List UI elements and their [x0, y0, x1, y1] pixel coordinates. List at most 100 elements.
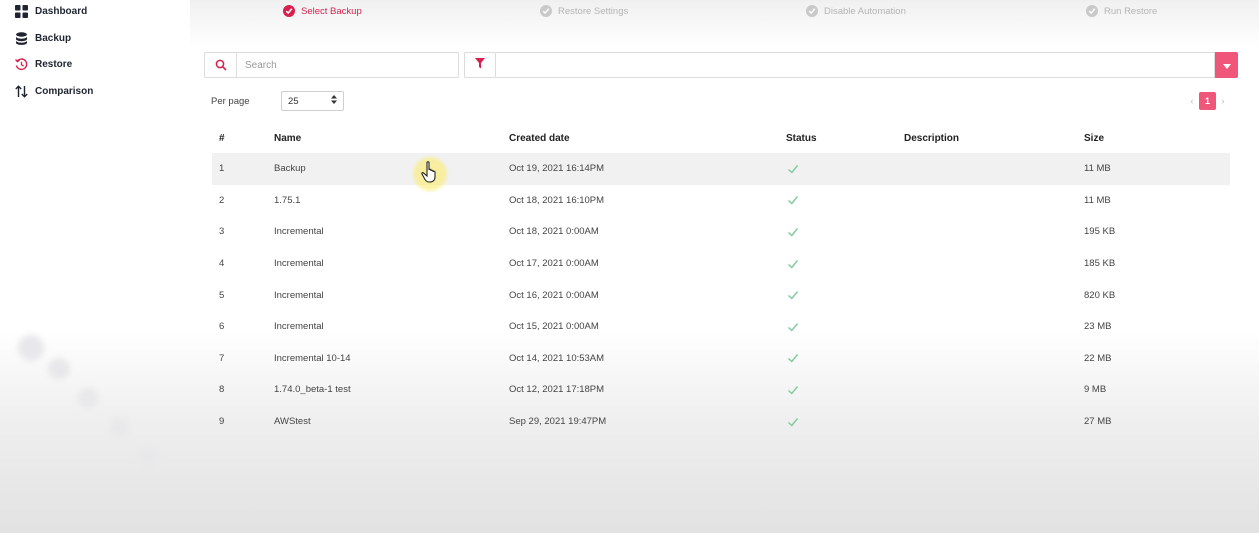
row-name: Incremental	[274, 289, 324, 301]
backups-table: # Name Created date Status Description S…	[212, 127, 1230, 437]
table-row[interactable]: 6 Incremental Oct 15, 2021 0:00AM 23 MB	[212, 311, 1230, 343]
table-row[interactable]: 1 Backup Oct 19, 2021 16:14PM 11 MB	[212, 153, 1230, 185]
row-created-date: Oct 12, 2021 17:18PM	[509, 384, 605, 396]
check-circle-icon	[283, 5, 295, 17]
step-label: Select Backup	[301, 5, 362, 17]
row-name: Incremental	[274, 258, 324, 270]
table-row[interactable]: 2 1.75.1 Oct 18, 2021 16:10PM 11 MB	[212, 185, 1230, 217]
background-decoration	[110, 418, 128, 436]
column-header-name[interactable]: Name	[274, 127, 301, 149]
row-size: 185 KB	[1084, 258, 1116, 270]
filter-button[interactable]	[464, 52, 496, 78]
search-input[interactable]	[237, 53, 458, 77]
per-page-label: Per page	[211, 96, 250, 107]
status-check-icon	[786, 311, 800, 343]
row-created-date: Oct 16, 2021 0:00AM	[509, 289, 599, 301]
check-circle-icon	[540, 5, 552, 17]
table-row[interactable]: 9 AWStest Sep 29, 2021 19:47PM 27 MB	[212, 406, 1230, 438]
status-check-icon	[786, 406, 800, 438]
row-number: 7	[219, 352, 225, 364]
status-check-icon	[786, 185, 800, 217]
step-disable-automation[interactable]: Disable Automation	[806, 3, 906, 19]
row-size: 820 KB	[1084, 289, 1116, 301]
step-label: Disable Automation	[824, 5, 906, 17]
status-check-icon	[786, 279, 800, 311]
column-header-description[interactable]: Description	[904, 127, 959, 149]
prev-page-button[interactable]: ‹	[1188, 96, 1196, 106]
status-check-icon	[786, 374, 800, 406]
next-page-button[interactable]: ›	[1219, 96, 1227, 106]
row-number: 3	[219, 226, 225, 238]
row-number: 9	[219, 416, 225, 428]
per-page-value: 25	[288, 95, 299, 107]
row-size: 9 MB	[1084, 384, 1107, 396]
chevron-down-icon	[1222, 56, 1231, 74]
row-size: 195 KB	[1084, 226, 1116, 238]
table-row[interactable]: 7 Incremental 10-14 Oct 14, 2021 10:53AM 22…	[212, 343, 1230, 375]
column-header-size[interactable]: Size	[1084, 127, 1104, 149]
row-number: 5	[219, 289, 225, 301]
filter-dropdown-button[interactable]	[1215, 52, 1238, 78]
sidebar-item-label: Restore	[35, 58, 73, 70]
status-check-icon	[786, 153, 800, 185]
row-name: AWStest	[274, 416, 311, 428]
filter-input[interactable]	[496, 52, 1215, 78]
sidebar-item-label: Comparison	[35, 85, 94, 97]
per-page-select[interactable]: 25	[281, 91, 344, 111]
sidebar-item-label: Backup	[35, 32, 72, 44]
sidebar-item-comparison[interactable]: Comparison	[14, 81, 93, 101]
step-select-backup[interactable]: Select Backup	[283, 3, 362, 19]
column-header-number[interactable]: #	[219, 127, 225, 149]
table-row[interactable]: 4 Incremental Oct 17, 2021 0:00AM 185 KB	[212, 248, 1230, 280]
row-number: 2	[219, 194, 225, 206]
step-label: Run Restore	[1104, 5, 1158, 17]
hand-cursor-icon	[421, 161, 436, 183]
row-created-date: Oct 18, 2021 16:10PM	[509, 194, 605, 206]
row-created-date: Sep 29, 2021 19:47PM	[509, 416, 607, 428]
sidebar-item-restore[interactable]: Restore	[14, 54, 72, 74]
sort-arrows-icon	[14, 84, 28, 98]
background-decoration	[78, 388, 98, 408]
row-name: 1.75.1	[274, 194, 301, 206]
column-header-status[interactable]: Status	[786, 127, 817, 149]
table-header: # Name Created date Status Description S…	[212, 127, 1230, 149]
database-icon	[14, 31, 28, 45]
step-label: Restore Settings	[558, 5, 629, 17]
filter-icon	[475, 56, 485, 74]
history-icon	[14, 57, 28, 71]
search-icon[interactable]	[205, 53, 237, 77]
row-name: Backup	[274, 163, 306, 175]
row-created-date: Oct 19, 2021 16:14PM	[509, 163, 605, 175]
search-box	[204, 52, 459, 78]
sidebar: Dashboard Backup Restore Comparison	[0, 0, 190, 533]
row-size: 27 MB	[1084, 416, 1112, 428]
row-size: 11 MB	[1084, 163, 1111, 175]
row-name: Incremental	[274, 226, 324, 238]
row-number: 4	[219, 258, 225, 270]
row-created-date: Oct 17, 2021 0:00AM	[509, 258, 599, 270]
sidebar-item-backup[interactable]: Backup	[14, 28, 71, 48]
background-decoration	[48, 358, 70, 380]
row-created-date: Oct 18, 2021 0:00AM	[509, 226, 599, 238]
page-button-current[interactable]: 1	[1199, 92, 1216, 110]
row-name: 1.74.0_beta-1 test	[274, 384, 351, 396]
row-created-date: Oct 14, 2021 10:53AM	[509, 352, 605, 364]
table-row[interactable]: 5 Incremental Oct 16, 2021 0:00AM 820 KB	[212, 279, 1230, 311]
step-run-restore[interactable]: Run Restore	[1086, 3, 1157, 19]
check-circle-icon	[1086, 5, 1098, 17]
background-decoration	[140, 448, 156, 464]
column-header-created-date[interactable]: Created date	[509, 127, 570, 149]
row-size: 23 MB	[1084, 321, 1112, 333]
status-check-icon	[786, 248, 800, 280]
row-name: Incremental	[274, 321, 324, 333]
status-check-icon	[786, 343, 800, 375]
row-size: 22 MB	[1084, 352, 1112, 364]
step-restore-settings[interactable]: Restore Settings	[540, 3, 628, 19]
row-created-date: Oct 15, 2021 0:00AM	[509, 321, 599, 333]
table-row[interactable]: 3 Incremental Oct 18, 2021 0:00AM 195 KB	[212, 216, 1230, 248]
row-number: 6	[219, 321, 225, 333]
sidebar-item-dashboard[interactable]: Dashboard	[14, 1, 87, 21]
row-name: Incremental 10-14	[274, 352, 351, 364]
sidebar-item-label: Dashboard	[35, 5, 88, 17]
table-row[interactable]: 8 1.74.0_beta-1 test Oct 12, 2021 17:18PM 9…	[212, 374, 1230, 406]
